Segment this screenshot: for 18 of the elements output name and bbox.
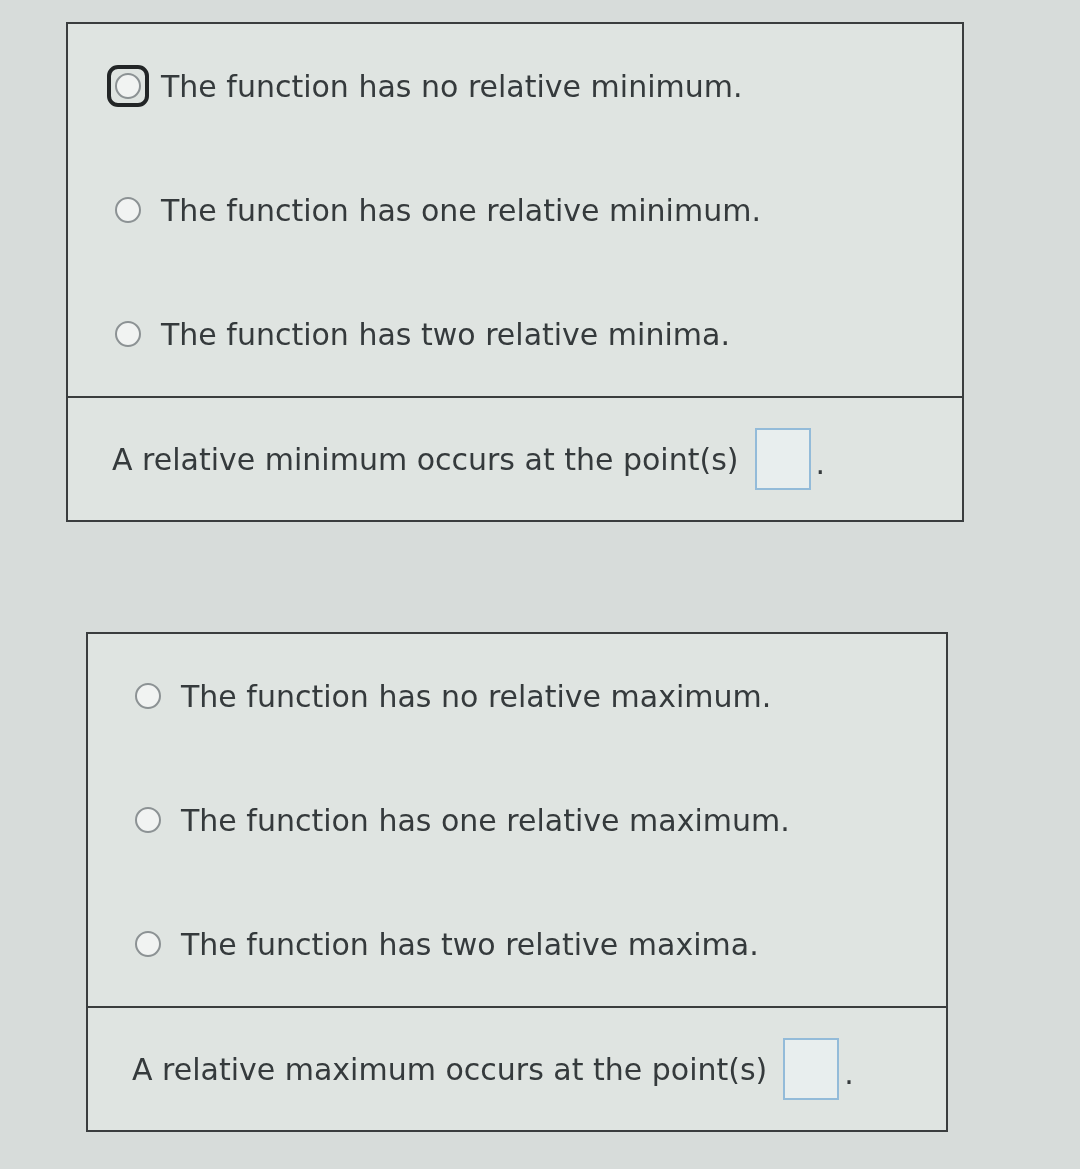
answer-prompt: A relative minimum occurs at the point(s) (112, 441, 739, 477)
option-label[interactable]: The function has one relative minimum. (161, 192, 761, 228)
option-label[interactable]: The function has two relative maxima. (181, 926, 759, 962)
option-label[interactable]: The function has two relative minima. (161, 316, 730, 352)
period-text: . (815, 444, 826, 481)
radio-button[interactable] (115, 321, 141, 347)
answer-box[interactable] (754, 428, 811, 490)
answer-prompt: A relative maximum occurs at the point(s) (132, 1051, 768, 1087)
radio-button[interactable] (115, 197, 141, 223)
period-text: . (844, 1054, 854, 1091)
radio-button[interactable] (135, 931, 161, 957)
radio-button[interactable] (135, 807, 161, 833)
option-label[interactable]: The function has no relative maximum. (181, 678, 772, 714)
radio-button[interactable] (135, 683, 161, 709)
radio-button[interactable] (107, 65, 149, 107)
option-label[interactable]: The function has no relative minimum. (161, 68, 743, 104)
option-label[interactable]: The function has one relative maximum. (181, 802, 790, 838)
answer-box[interactable] (783, 1038, 840, 1100)
